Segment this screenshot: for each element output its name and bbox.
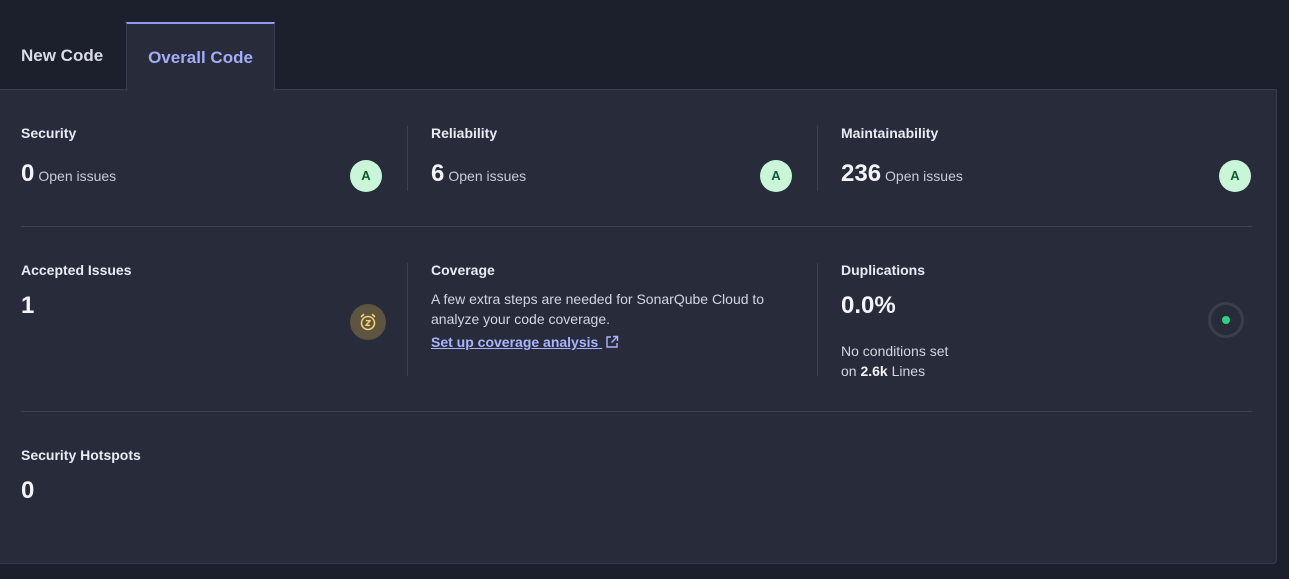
security-hotspots-label: Security Hotspots — [21, 447, 141, 463]
security-card[interactable]: Security 0 Open issues A — [21, 125, 386, 195]
overall-code-panel: Security 0 Open issues A Reliability 6 Ope… — [0, 89, 1277, 564]
duplications-status-dot — [1222, 316, 1230, 324]
accepted-issues-label: Accepted Issues — [21, 262, 132, 278]
accepted-issue-clock-icon — [350, 304, 386, 340]
column-divider — [407, 263, 408, 376]
duplications-value[interactable]: 0.0% — [841, 292, 896, 320]
coverage-description: A few extra steps are needed for SonarQu… — [431, 291, 765, 327]
reliability-metric[interactable]: 6 Open issues — [431, 160, 526, 188]
security-value: 0 — [21, 160, 35, 187]
security-label: Security — [21, 125, 77, 141]
duplications-lines-value: 2.6k — [860, 363, 888, 379]
set-up-coverage-link-label: Set up coverage analysis — [431, 334, 599, 350]
accepted-issues-card[interactable]: Accepted Issues 1 — [21, 262, 391, 372]
set-up-coverage-link[interactable]: Set up coverage analysis — [431, 334, 619, 352]
reliability-grade-badge[interactable]: A — [760, 160, 792, 192]
maintainability-unit: Open issues — [885, 168, 963, 184]
accepted-issues-value[interactable]: 1 — [21, 292, 34, 320]
coverage-card: Coverage A few extra steps are needed fo… — [431, 262, 811, 372]
reliability-unit: Open issues — [448, 168, 527, 184]
duplications-note-lines: on 2.6k Lines — [841, 361, 948, 381]
duplications-card[interactable]: Duplications 0.0% No conditions set on 2… — [841, 262, 1253, 382]
coverage-label: Coverage — [431, 262, 495, 278]
row-divider — [21, 226, 1252, 227]
column-divider — [817, 126, 818, 191]
tab-new-code[interactable]: New Code — [21, 22, 103, 90]
duplications-note-prefix: No conditions set — [841, 343, 949, 359]
maintainability-card[interactable]: Maintainability 236 Open issues A — [841, 125, 1253, 195]
duplications-label: Duplications — [841, 262, 926, 278]
security-hotspots-card[interactable]: Security Hotspots 0 — [21, 447, 391, 517]
maintainability-label: Maintainability — [841, 125, 939, 141]
maintainability-value: 236 — [841, 160, 882, 187]
duplications-note: No conditions set on 2.6k Lines — [841, 341, 948, 381]
security-unit: Open issues — [38, 168, 117, 184]
maintainability-grade-badge[interactable]: A — [1219, 160, 1251, 192]
reliability-label: Reliability — [431, 125, 498, 141]
duplications-status-icon — [1208, 302, 1244, 338]
tab-overall-code[interactable]: Overall Code — [126, 22, 275, 91]
security-hotspots-value[interactable]: 0 — [21, 477, 34, 505]
reliability-card[interactable]: Reliability 6 Open issues A — [431, 125, 796, 195]
duplications-note-on: on — [841, 363, 857, 379]
column-divider — [817, 263, 818, 376]
tab-bar: New Code Overall Code — [0, 22, 1289, 91]
duplications-lines-label: Lines — [891, 363, 926, 379]
security-metric[interactable]: 0 Open issues — [21, 160, 116, 188]
row-divider — [21, 411, 1252, 412]
security-grade-badge[interactable]: A — [350, 160, 382, 192]
reliability-value: 6 — [431, 160, 445, 187]
maintainability-metric[interactable]: 236 Open issues — [841, 160, 963, 188]
column-divider — [407, 126, 408, 191]
external-link-icon — [605, 335, 619, 352]
